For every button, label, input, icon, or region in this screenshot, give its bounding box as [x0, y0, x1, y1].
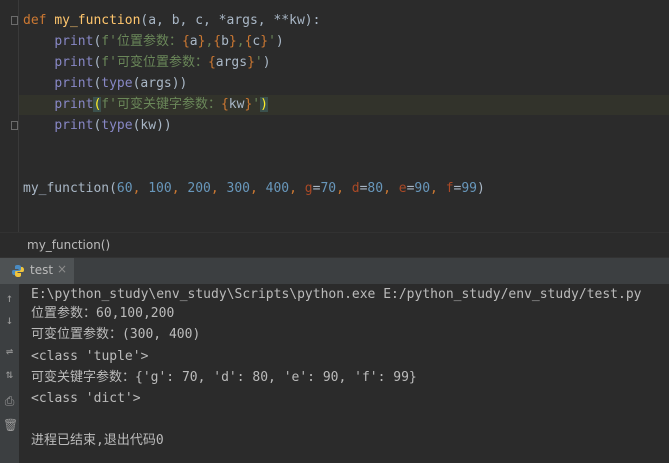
- kwarg-value: 80: [367, 181, 384, 196]
- console-line: 可变位置参数：(300, 400): [31, 327, 201, 342]
- var: args: [215, 55, 248, 70]
- comma: ,: [336, 181, 352, 196]
- code-line-call[interactable]: my_function(60, 100, 200, 300, 400, g=70…: [23, 179, 485, 199]
- run-toolbar: ↑ ↓ ⇌ ⇅ ⎙ 🗑: [0, 284, 19, 463]
- builtin-type: type: [101, 118, 133, 133]
- builtin-print: print: [54, 118, 94, 133]
- kw-expr: (kw)): [132, 118, 172, 133]
- paren: ): [275, 34, 284, 49]
- comma: ,: [132, 181, 149, 196]
- fstring-prefix: f': [101, 97, 117, 112]
- kwarg-name: e: [398, 181, 407, 196]
- soft-wrap-icon[interactable]: ⇌: [3, 345, 16, 358]
- comma: ,: [430, 181, 446, 196]
- sep: ,: [236, 34, 245, 49]
- code-line-def[interactable]: def my_function(a, b, c, *args, **kw):: [23, 11, 320, 31]
- builtin-print: print: [54, 34, 94, 49]
- scroll-to-end-icon[interactable]: ⇅: [3, 368, 16, 381]
- brace: }: [228, 34, 237, 49]
- function-name: my_function: [54, 13, 141, 28]
- arg-number: 100: [148, 181, 172, 196]
- arg-number: 60: [116, 181, 133, 196]
- kwarg-name: f: [445, 181, 454, 196]
- breadcrumb-function[interactable]: my_function(): [27, 233, 110, 257]
- comma: ,: [171, 181, 188, 196]
- comma: ,: [250, 181, 266, 196]
- code-line-type-args[interactable]: print(type(args)): [23, 74, 187, 94]
- console-line: 可变关键字参数：{'g': 70, 'd': 80, 'e': 90, 'f':…: [31, 370, 417, 385]
- keyword-def: def: [23, 13, 47, 28]
- run-tab-test[interactable]: test ×: [0, 258, 74, 284]
- quote: ': [254, 55, 263, 70]
- paren: ): [477, 181, 485, 196]
- fold-close-icon[interactable]: [11, 121, 18, 130]
- comma: ,: [383, 181, 399, 196]
- builtin-print: print: [54, 97, 94, 112]
- fstring-prefix: f': [101, 34, 117, 49]
- console-line: <class 'tuple'>: [31, 349, 149, 364]
- fstring-prefix: f': [101, 55, 117, 70]
- trash-icon[interactable]: 🗑: [3, 419, 18, 432]
- code-line-print-args[interactable]: print(f'可变位置参数：{args}'): [23, 53, 271, 73]
- comma: ,: [210, 181, 227, 196]
- run-tab-label: test: [30, 263, 54, 277]
- matched-paren: ): [260, 97, 268, 112]
- params: a, b, c, *args, **kw: [148, 13, 305, 28]
- kwarg-value: 99: [461, 181, 478, 196]
- console-line: <class 'dict'>: [31, 391, 141, 406]
- run-tab-bar: test ×: [0, 257, 669, 285]
- arg-number: 200: [187, 181, 211, 196]
- paren: ): [262, 55, 271, 70]
- kwarg-value: 70: [320, 181, 337, 196]
- brace: }: [247, 55, 255, 70]
- brace: {: [181, 34, 190, 49]
- kwarg-name: g: [304, 181, 313, 196]
- brace: {: [213, 34, 222, 49]
- var: a: [189, 34, 198, 49]
- builtin-print: print: [54, 76, 94, 91]
- run-console-output[interactable]: E:\python_study\env_study\Scripts\python…: [20, 284, 669, 463]
- string-text: 可变关键字参数：: [116, 97, 221, 112]
- builtin-print: print: [54, 55, 94, 70]
- print-icon[interactable]: ⎙: [3, 395, 16, 408]
- var: b: [221, 34, 229, 49]
- string-text: 位置参数：: [116, 34, 182, 49]
- paren: (: [109, 181, 117, 196]
- arrow-up-icon[interactable]: ↑: [3, 292, 16, 305]
- fold-open-icon[interactable]: [11, 16, 18, 25]
- editor-gutter: [0, 0, 18, 232]
- quote: ': [252, 97, 261, 112]
- arrow-down-icon[interactable]: ↓: [3, 314, 16, 327]
- code-line-type-kw[interactable]: print(type(kw)): [23, 116, 172, 136]
- python-icon: [12, 265, 24, 277]
- var: kw: [228, 97, 245, 112]
- kwarg-value: 90: [414, 181, 431, 196]
- comma: ,: [289, 181, 305, 196]
- args-expr: (args)): [132, 76, 188, 91]
- paren: ):: [304, 13, 321, 28]
- code-editor[interactable]: def my_function(a, b, c, *args, **kw): p…: [0, 0, 669, 232]
- code-line-print-positional[interactable]: print(f'位置参数：{a},{b},{c}'): [23, 32, 284, 52]
- console-line: 进程已结束,退出代码0: [31, 433, 164, 448]
- string-text: 可变位置参数：: [116, 55, 208, 70]
- console-line: 位置参数：60,100,200: [31, 306, 175, 321]
- brace: {: [220, 97, 229, 112]
- call-function-name: my_function: [23, 181, 110, 196]
- quote: ': [268, 34, 276, 49]
- console-line: E:\python_study\env_study\Scripts\python…: [31, 287, 642, 302]
- brace: {: [207, 55, 216, 70]
- breadcrumb[interactable]: my_function(): [0, 232, 669, 257]
- builtin-type: type: [101, 76, 133, 91]
- arg-number: 300: [226, 181, 250, 196]
- code-line-print-kw-current[interactable]: print(f'可变关键字参数：{kw}'): [19, 95, 669, 115]
- arg-number: 400: [265, 181, 290, 196]
- close-icon[interactable]: ×: [57, 262, 67, 276]
- brace: }: [260, 34, 269, 49]
- gutter-divider: [18, 0, 19, 232]
- kwarg-name: d: [351, 181, 360, 196]
